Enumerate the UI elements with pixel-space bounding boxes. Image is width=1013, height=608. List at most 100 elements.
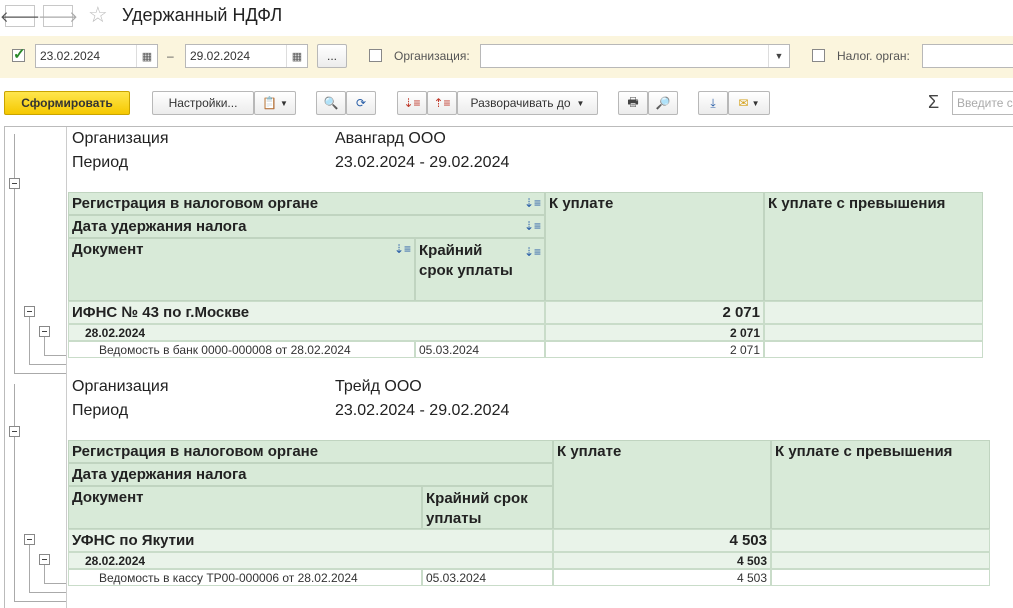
group-row-label[interactable]: УФНС по Якутии xyxy=(68,529,553,552)
search-input[interactable]: Введите с xyxy=(952,91,1013,115)
date-row-total[interactable]: 2 071 xyxy=(545,324,764,341)
org-checkbox[interactable] xyxy=(369,49,382,62)
expand-to-button[interactable]: Разворачивать до ▼ xyxy=(457,91,598,115)
sort-icon[interactable]: ⇣≡ xyxy=(524,219,541,233)
group-row-total[interactable]: 4 503 xyxy=(553,529,771,552)
col-header-to-pay[interactable]: К уплате xyxy=(553,440,771,529)
amount-cell[interactable]: 2 071 xyxy=(545,341,764,358)
deadline-cell[interactable]: 05.03.2024 xyxy=(415,341,545,358)
tree-line xyxy=(14,601,66,602)
tax-org-checkbox[interactable] xyxy=(812,49,825,62)
period-select-button[interactable]: ... xyxy=(317,44,347,68)
chevron-down-icon[interactable]: ▼ xyxy=(768,45,789,67)
org-value: Авангард ООО xyxy=(335,130,446,147)
document-cell[interactable]: Ведомость в кассу ТР00-000006 от 28.02.2… xyxy=(68,569,422,586)
collapse-group-2[interactable] xyxy=(24,534,35,545)
find-replace-button[interactable]: ⟳ xyxy=(346,91,376,115)
tree-line xyxy=(29,317,30,365)
print-preview-icon: 🔎 xyxy=(655,96,671,110)
tax-org-label: Налог. орган: xyxy=(837,49,910,63)
collapse-section-2[interactable] xyxy=(9,426,20,437)
forward-button[interactable]: 🡒 xyxy=(38,5,78,27)
date-row-label[interactable]: 28.02.2024 xyxy=(68,324,545,341)
period-value: 23.02.2024 - 29.02.2024 xyxy=(335,154,510,171)
group-row-total[interactable]: 2 071 xyxy=(545,301,764,324)
chevron-down-icon: ▼ xyxy=(751,98,760,108)
settings-button[interactable]: Настройки... xyxy=(152,91,254,115)
period-value: 23.02.2024 - 29.02.2024 xyxy=(335,402,510,419)
tree-line xyxy=(29,592,66,593)
period-dash: – xyxy=(167,49,174,63)
org-value: Трейд ООО xyxy=(335,378,422,395)
clipboard-icon: 📋 xyxy=(262,96,278,110)
preview-button[interactable]: 🔎 xyxy=(648,91,678,115)
amount-cell[interactable]: 4 503 xyxy=(553,569,771,586)
collapse-group-1[interactable] xyxy=(24,306,35,317)
back-button[interactable]: 🡐 xyxy=(0,5,40,27)
favorite-star-icon[interactable]: ☆ xyxy=(88,2,108,28)
date-row-label[interactable]: 28.02.2024 xyxy=(68,552,553,569)
collapse-section-1[interactable] xyxy=(9,178,20,189)
group-row-label[interactable]: ИФНС № 43 по г.Москве xyxy=(68,301,545,324)
tree-line xyxy=(44,337,45,356)
search-icon: 🔍 xyxy=(323,96,339,110)
date-to-field[interactable]: 29.02.2024 ▦ xyxy=(185,44,308,68)
col-header-date[interactable]: Дата удержания налога xyxy=(68,463,553,486)
chevron-down-icon: ▼ xyxy=(576,98,585,108)
sort-icon[interactable]: ⇣≡ xyxy=(524,242,541,262)
group-row-excess[interactable] xyxy=(764,301,983,324)
col-header-document[interactable]: Документ ⇣≡ xyxy=(68,238,415,301)
period-label: Период xyxy=(72,402,129,419)
tree-line xyxy=(14,384,15,602)
sort-descending-icon: ⇡≡ xyxy=(433,96,451,110)
tree-line xyxy=(14,134,15,374)
sort-desc-button[interactable]: ⇡≡ xyxy=(427,91,457,115)
find-button[interactable]: 🔍 xyxy=(316,91,346,115)
print-button[interactable]: 🖶 xyxy=(618,91,648,115)
excess-cell[interactable] xyxy=(764,341,983,358)
col-header-date[interactable]: Дата удержания налога ⇣≡ xyxy=(68,215,545,238)
col-header-to-pay-excess[interactable]: К уплате с превышения xyxy=(771,440,990,529)
sort-ascending-icon: ⇣≡ xyxy=(403,96,421,110)
search-refresh-icon: ⟳ xyxy=(355,96,367,110)
sum-icon[interactable]: Σ xyxy=(928,92,939,113)
calendar-icon[interactable]: ▦ xyxy=(286,45,307,67)
printer-icon: 🖶 xyxy=(627,94,639,109)
tax-org-field[interactable] xyxy=(922,44,1013,68)
date-from-field[interactable]: 23.02.2024 ▦ xyxy=(35,44,158,68)
document-cell[interactable]: Ведомость в банк 0000-000008 от 28.02.20… xyxy=(68,341,415,358)
excess-cell[interactable] xyxy=(771,569,990,586)
date-row-total[interactable]: 4 503 xyxy=(553,552,771,569)
period-checkbox[interactable] xyxy=(12,45,26,63)
collapse-date-2[interactable] xyxy=(39,554,50,565)
calendar-icon[interactable]: ▦ xyxy=(136,45,157,67)
org-label: Организация xyxy=(72,378,169,395)
sort-icon[interactable]: ⇣≡ xyxy=(524,196,541,210)
col-header-to-pay[interactable]: К уплате xyxy=(545,192,764,301)
col-header-registration[interactable]: Регистрация в налоговом органе ⇣≡ xyxy=(68,192,545,215)
gutter-divider xyxy=(66,127,67,608)
generate-button[interactable]: Сформировать xyxy=(4,91,130,115)
col-header-registration[interactable]: Регистрация в налоговом органе xyxy=(68,440,553,463)
group-row-excess[interactable] xyxy=(771,529,990,552)
send-email-button[interactable]: ✉ ▼ xyxy=(728,91,770,115)
col-header-deadline[interactable]: Крайний срок уплаты xyxy=(422,486,553,529)
tree-line xyxy=(29,364,66,365)
org-label: Организация xyxy=(72,130,169,147)
filter-bar: 23.02.2024 ▦ – 29.02.2024 ▦ ... Организа… xyxy=(0,36,1013,78)
deadline-cell[interactable]: 05.03.2024 xyxy=(422,569,553,586)
variant-button[interactable]: 📋 ▼ xyxy=(254,91,296,115)
date-row-excess[interactable] xyxy=(771,552,990,569)
date-row-excess[interactable] xyxy=(764,324,983,341)
col-header-deadline[interactable]: Крайний срок уплаты ⇣≡ xyxy=(415,238,545,301)
org-field[interactable]: ▼ xyxy=(480,44,790,68)
tree-line xyxy=(44,355,66,356)
download-icon: ⤓ xyxy=(710,95,716,110)
collapse-date-1[interactable] xyxy=(39,326,50,337)
col-header-to-pay-excess[interactable]: К уплате с превышения xyxy=(764,192,983,301)
save-button[interactable]: ⤓ xyxy=(698,91,728,115)
sort-asc-button[interactable]: ⇣≡ xyxy=(397,91,427,115)
col-header-document[interactable]: Документ xyxy=(68,486,422,529)
sort-icon[interactable]: ⇣≡ xyxy=(394,242,411,256)
page-title: Удержанный НДФЛ xyxy=(122,5,283,25)
